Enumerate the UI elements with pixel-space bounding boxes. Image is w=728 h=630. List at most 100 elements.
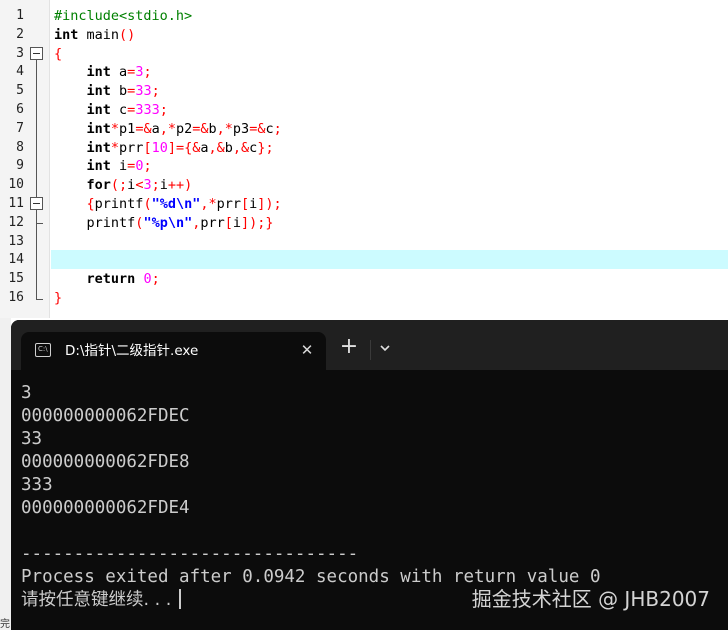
code-token: int (86, 120, 111, 137)
terminal-titlebar: C:\ D:\指针\二级指针.exe ✕ + (11, 320, 728, 370)
code-token: b (208, 120, 217, 137)
code-token: i (232, 214, 242, 231)
code-token: } (54, 290, 63, 306)
code-token: [ (143, 139, 152, 156)
code-token: =& (192, 120, 209, 137)
code-token: a (151, 120, 160, 137)
code-token: int (86, 139, 111, 156)
close-tab-icon[interactable]: ✕ (297, 340, 317, 360)
code-token: ,* (216, 120, 233, 137)
output-line: -------------------------------- (21, 544, 359, 564)
prompt-text: 请按任意键继续. . . (21, 590, 172, 610)
line-number-gutter: 1 2 3 4 5 6 7 8 9 10 11 12 13 14 15 16 (0, 0, 50, 318)
code-editor[interactable]: 1 2 3 4 5 6 7 8 9 10 11 12 13 14 15 16 #include<stdio.h… (0, 0, 728, 318)
terminal-tab[interactable]: C:\ D:\指针\二级指针.exe ✕ (21, 332, 326, 370)
code-token: b (224, 139, 233, 156)
code-line[interactable]: int a=3; (54, 63, 152, 82)
code-token: "%p\n" (143, 214, 193, 231)
code-token: ++) (167, 177, 193, 194)
status-bar-stub: 完 (0, 318, 11, 630)
line-number: 10 (8, 177, 24, 193)
output-line: 33 (21, 429, 43, 449)
line-number: 11 (8, 196, 24, 211)
fold-guide (36, 60, 37, 201)
code-token: 33 (135, 83, 152, 100)
code-token: prr (216, 196, 242, 212)
code-token: prr (200, 214, 225, 231)
code-token: () (119, 26, 136, 43)
chevron-down-icon[interactable] (375, 338, 395, 358)
code-line[interactable]: #include<stdio.h> (54, 7, 192, 26)
code-token: } (265, 214, 274, 231)
new-tab-icon[interactable]: + (337, 336, 361, 360)
code-token: 333 (135, 102, 160, 118)
code-token: p2 (175, 120, 193, 137)
code-token: ,& (232, 139, 250, 156)
line-number: 15 (8, 271, 24, 287)
output-line: 3 (21, 383, 32, 403)
fold-end-tick (36, 223, 43, 224)
code-token: ; (151, 271, 160, 288)
code-token: ,& (208, 139, 225, 156)
code-token: }; (257, 139, 274, 156)
code-line[interactable]: int i=0; (54, 157, 152, 176)
code-token: int (86, 102, 111, 118)
status-text: 完 (0, 619, 10, 630)
code-token: 3 (143, 177, 152, 194)
output-lines: 3 000000000062FDEC 33 000000000062FDE8 333 00… (21, 382, 721, 589)
code-line[interactable]: for(;i<3;i++) (54, 176, 193, 195)
code-token: * (110, 120, 120, 137)
line-number: 13 (8, 233, 24, 249)
line-number: 12 (8, 214, 24, 230)
code-line[interactable]: int main() (54, 26, 135, 45)
code-token: ; (151, 177, 160, 194)
code-line[interactable]: int c=333; (54, 101, 168, 120)
code-token: ]={& (167, 139, 201, 156)
console-icon: C:\ (35, 343, 51, 357)
code-token: int (54, 26, 79, 43)
code-line[interactable]: printf("%p\n",prr[i]);} (54, 214, 274, 233)
code-token: =& (249, 120, 266, 137)
code-token: { (86, 196, 95, 212)
output-line: 333 (21, 475, 53, 495)
code-line[interactable]: } (54, 289, 62, 308)
output-line: 000000000062FDEC (21, 406, 190, 426)
console-output[interactable]: 3 000000000062FDEC 33 000000000062FDE8 333 00… (21, 382, 721, 612)
code-token: c (110, 102, 128, 118)
code-token: p3 (232, 120, 250, 137)
code-token: "%d\n" (151, 196, 201, 212)
code-line[interactable]: int*prr[10]={&a,&b,&c}; (54, 139, 274, 158)
code-token: for (86, 177, 111, 194)
code-line[interactable]: { (54, 45, 62, 64)
code-token: ; (151, 83, 160, 100)
code-token: int (86, 158, 111, 175)
code-line[interactable]: return 0; (54, 270, 160, 289)
line-number: 7 (16, 120, 24, 136)
code-token: (; (110, 177, 128, 194)
code-token: 10 (151, 139, 168, 156)
fold-toggle-main-icon[interactable] (30, 47, 43, 60)
code-line[interactable]: {printf("%d\n",*prr[i]); (54, 195, 282, 214)
code-token: 0 (143, 271, 152, 288)
code-line[interactable]: int b=33; (54, 82, 160, 101)
fold-end-tick (36, 299, 43, 300)
fold-toggle-for-icon[interactable] (30, 197, 43, 210)
watermark: 掘金技术社区 @ JHB2007 (471, 587, 710, 611)
code-token: ,* (200, 196, 217, 212)
code-token: ; (159, 102, 168, 118)
output-line: 000000000062FDE8 (21, 452, 190, 472)
tab-title: D:\指针\二级指针.exe (65, 343, 199, 359)
text-cursor (179, 589, 182, 609)
code-line[interactable]: int*p1=&a,*p2=&b,*p3=&c; (54, 120, 282, 139)
terminal-window[interactable]: C:\ D:\指针\二级指针.exe ✕ + 3 000000000062FDEC… (11, 320, 728, 630)
current-line-highlight (51, 250, 728, 269)
code-token: i (159, 177, 168, 194)
